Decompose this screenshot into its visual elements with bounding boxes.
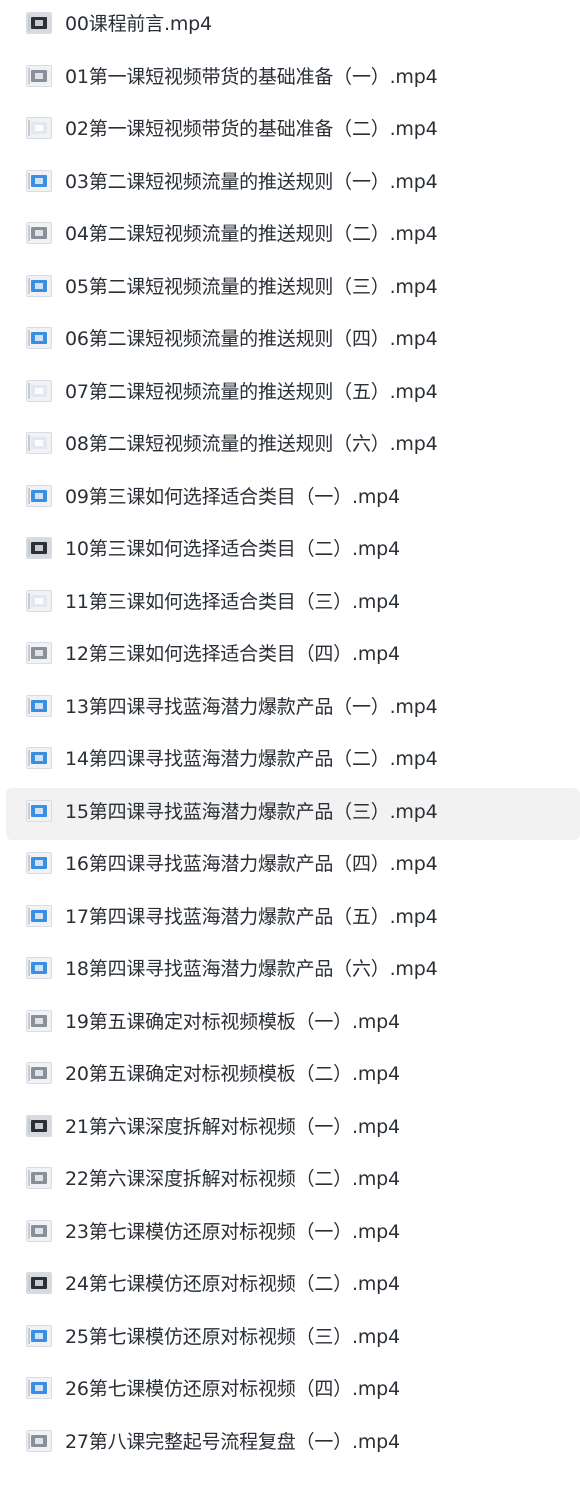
file-row[interactable]: 23第七课模仿还原对标视频（一）.mp4 <box>0 1208 580 1261</box>
file-name: 18第四课寻找蓝海潜力爆款产品（六）.mp4 <box>65 958 438 980</box>
file-name: 25第七课模仿还原对标视频（三）.mp4 <box>65 1325 400 1348</box>
file-row[interactable]: 13第四课寻找蓝海潜力爆款产品（一）.mp4 <box>0 683 580 736</box>
file-name: 19第五课确定对标视频模板（一）.mp4 <box>65 1010 400 1033</box>
file-row[interactable]: 09第三课如何选择适合类目（一）.mp4 <box>0 473 580 526</box>
video-thumbnail-icon <box>26 1114 52 1137</box>
file-name: 09第三课如何选择适合类目（一）.mp4 <box>65 485 400 508</box>
video-thumbnail-icon <box>26 1377 52 1399</box>
file-row[interactable]: 21第六课深度拆解对标视频（一）.mp4 <box>0 1103 580 1156</box>
video-thumbnail-icon <box>26 432 52 454</box>
video-thumbnail-icon <box>26 1167 52 1189</box>
file-row[interactable]: 02第一课短视频带货的基础准备（二）.mp4 <box>0 105 580 158</box>
video-thumbnail-icon <box>26 642 52 664</box>
file-row[interactable]: 15第四课寻找蓝海潜力爆款产品（三）.mp4 <box>6 787 580 840</box>
file-name: 17第四课寻找蓝海潜力爆款产品（五）.mp4 <box>65 905 438 928</box>
file-name: 13第四课寻找蓝海潜力爆款产品（一）.mp4 <box>65 695 438 718</box>
file-row[interactable]: 26第七课模仿还原对标视频（四）.mp4 <box>0 1365 580 1418</box>
file-row[interactable]: 01第一课短视频带货的基础准备（一）.mp4 <box>0 53 580 106</box>
file-row[interactable]: 07第二课短视频流量的推送规则（五）.mp4 <box>0 368 580 421</box>
video-thumbnail-icon <box>26 64 52 87</box>
video-thumbnail-icon <box>26 274 52 297</box>
video-thumbnail-icon <box>26 484 52 507</box>
file-row[interactable]: 06第二课短视频流量的推送规则（四）.mp4 <box>0 315 580 368</box>
file-row[interactable]: 03第二课短视频流量的推送规则（一）.mp4 <box>0 158 580 211</box>
file-row[interactable]: 22第六课深度拆解对标视频（二）.mp4 <box>0 1155 580 1208</box>
file-name: 14第四课寻找蓝海潜力爆款产品（二）.mp4 <box>65 748 438 770</box>
file-row[interactable]: 12第三课如何选择适合类目（四）.mp4 <box>0 630 580 683</box>
video-thumbnail-icon <box>26 12 52 34</box>
file-name: 07第二课短视频流量的推送规则（五）.mp4 <box>65 380 438 403</box>
video-thumbnail-icon <box>26 169 52 192</box>
video-thumbnail-icon <box>26 904 52 927</box>
video-thumbnail-icon <box>26 537 52 559</box>
video-thumbnail-icon <box>26 1272 52 1294</box>
video-thumbnail-icon <box>26 1219 52 1242</box>
file-row[interactable]: 17第四课寻找蓝海潜力爆款产品（五）.mp4 <box>0 893 580 946</box>
video-thumbnail-icon <box>26 327 52 349</box>
video-thumbnail-icon <box>26 1324 52 1347</box>
video-thumbnail-icon <box>26 799 52 822</box>
file-name: 04第二课短视频流量的推送规则（二）.mp4 <box>65 223 438 245</box>
file-row[interactable]: 25第七课模仿还原对标视频（三）.mp4 <box>0 1313 580 1366</box>
file-name: 08第二课短视频流量的推送规则（六）.mp4 <box>65 433 438 455</box>
file-name: 22第六课深度拆解对标视频（二）.mp4 <box>65 1168 400 1190</box>
file-row[interactable]: 04第二课短视频流量的推送规则（二）.mp4 <box>0 210 580 263</box>
file-row[interactable]: 11第三课如何选择适合类目（三）.mp4 <box>0 578 580 631</box>
file-name: 15第四课寻找蓝海潜力爆款产品（三）.mp4 <box>65 800 438 823</box>
file-row[interactable]: 00课程前言.mp4 <box>0 0 580 53</box>
file-name: 11第三课如何选择适合类目（三）.mp4 <box>65 590 400 613</box>
file-name: 03第二课短视频流量的推送规则（一）.mp4 <box>65 170 438 193</box>
file-name: 20第五课确定对标视频模板（二）.mp4 <box>65 1063 400 1085</box>
file-name: 12第三课如何选择适合类目（四）.mp4 <box>65 643 400 665</box>
file-name: 01第一课短视频带货的基础准备（一）.mp4 <box>65 65 438 88</box>
video-thumbnail-icon <box>26 379 52 402</box>
file-name: 26第七课模仿还原对标视频（四）.mp4 <box>65 1378 400 1400</box>
file-row[interactable]: 19第五课确定对标视频模板（一）.mp4 <box>0 998 580 1051</box>
file-name: 24第七课模仿还原对标视频（二）.mp4 <box>65 1273 400 1295</box>
file-row[interactable]: 16第四课寻找蓝海潜力爆款产品（四）.mp4 <box>0 840 580 893</box>
file-name: 02第一课短视频带货的基础准备（二）.mp4 <box>65 118 438 140</box>
video-thumbnail-icon <box>26 1429 52 1452</box>
file-row[interactable]: 24第七课模仿还原对标视频（二）.mp4 <box>0 1260 580 1313</box>
video-thumbnail-icon <box>26 1009 52 1032</box>
file-name: 27第八课完整起号流程复盘（一）.mp4 <box>65 1430 400 1453</box>
file-name: 16第四课寻找蓝海潜力爆款产品（四）.mp4 <box>65 853 438 875</box>
video-thumbnail-icon <box>26 957 52 979</box>
video-thumbnail-icon <box>26 117 52 139</box>
file-name: 06第二课短视频流量的推送规则（四）.mp4 <box>65 328 438 350</box>
video-thumbnail-icon <box>26 852 52 874</box>
file-row[interactable]: 20第五课确定对标视频模板（二）.mp4 <box>0 1050 580 1103</box>
video-thumbnail-icon <box>26 747 52 769</box>
file-list: 00课程前言.mp4 01第一课短视频带货的基础准备（一）.mp4 02第一课短视频… <box>0 0 580 1470</box>
video-thumbnail-icon <box>26 1062 52 1084</box>
file-name: 05第二课短视频流量的推送规则（三）.mp4 <box>65 275 438 298</box>
video-thumbnail-icon <box>26 694 52 717</box>
file-row[interactable]: 14第四课寻找蓝海潜力爆款产品（二）.mp4 <box>0 735 580 788</box>
file-row[interactable]: 18第四课寻找蓝海潜力爆款产品（六）.mp4 <box>0 945 580 998</box>
file-row[interactable]: 05第二课短视频流量的推送规则（三）.mp4 <box>0 263 580 316</box>
video-thumbnail-icon <box>26 589 52 612</box>
file-name: 23第七课模仿还原对标视频（一）.mp4 <box>65 1220 400 1243</box>
file-name: 00课程前言.mp4 <box>65 13 212 35</box>
file-name: 21第六课深度拆解对标视频（一）.mp4 <box>65 1115 400 1138</box>
file-row[interactable]: 10第三课如何选择适合类目（二）.mp4 <box>0 525 580 578</box>
file-name: 10第三课如何选择适合类目（二）.mp4 <box>65 538 400 560</box>
file-row[interactable]: 27第八课完整起号流程复盘（一）.mp4 <box>0 1418 580 1471</box>
video-thumbnail-icon <box>26 222 52 244</box>
file-row[interactable]: 08第二课短视频流量的推送规则（六）.mp4 <box>0 420 580 473</box>
